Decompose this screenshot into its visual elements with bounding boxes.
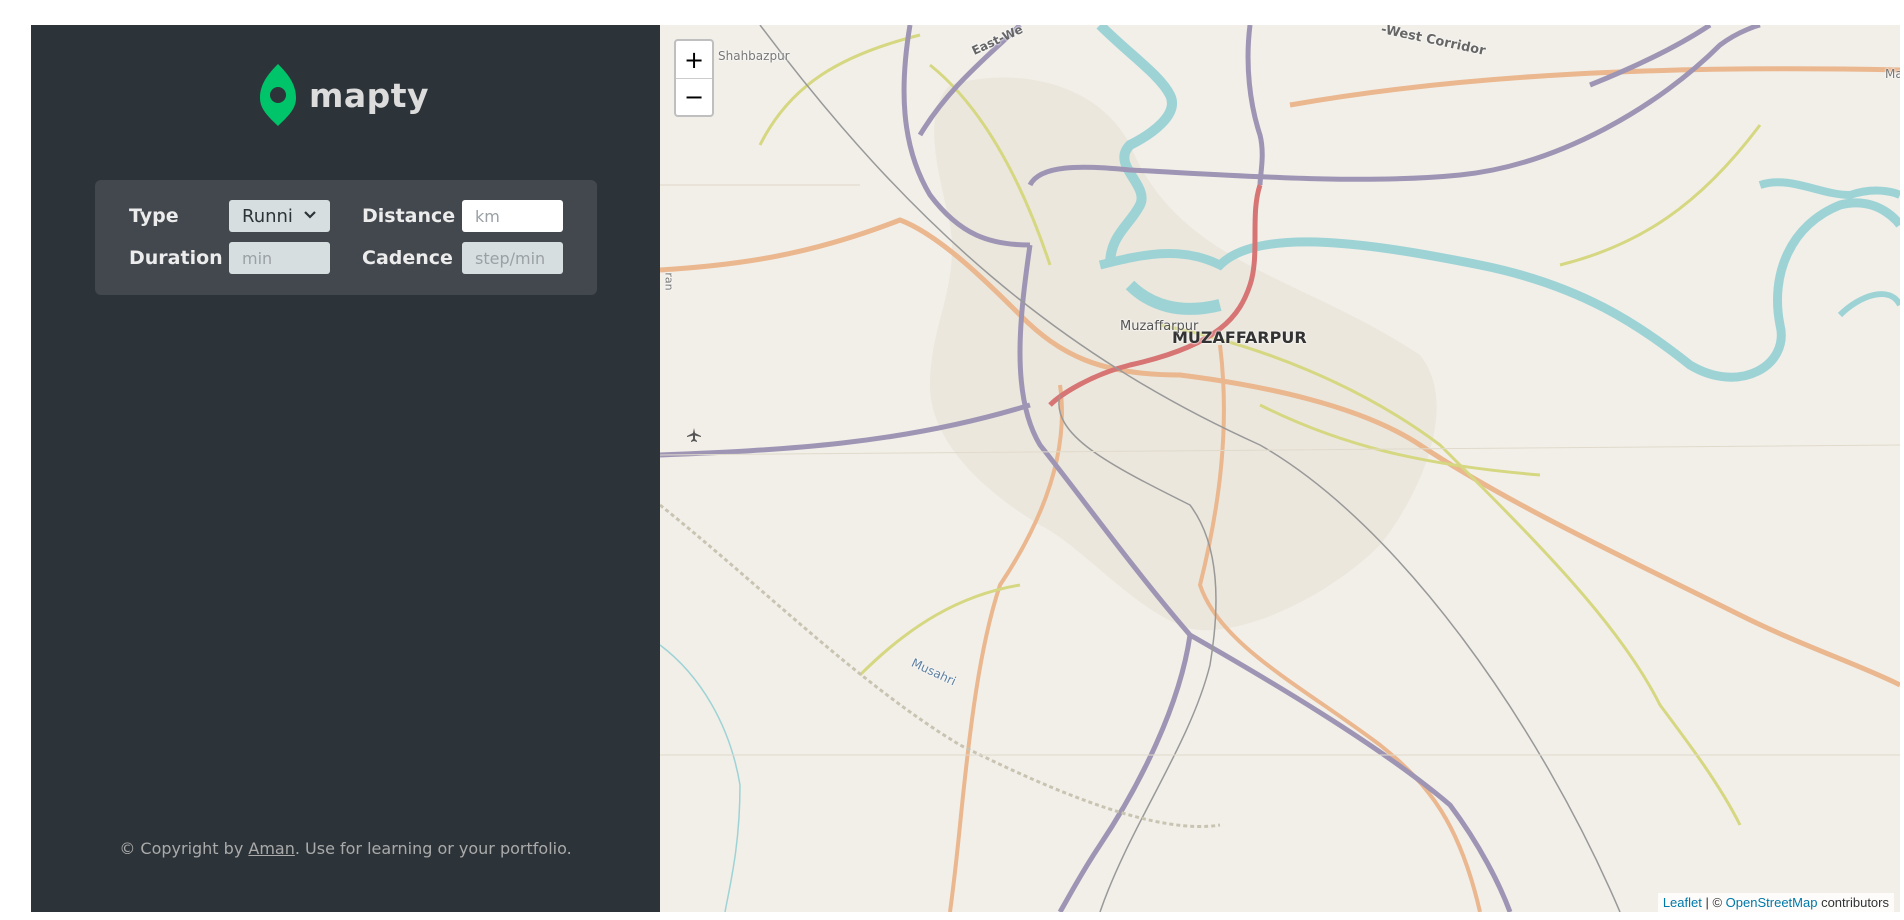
app-logo: mapty [260,64,429,126]
distance-label: Distance [362,205,456,227]
workout-form: Type Runni Distance Duration Cadence [95,180,597,295]
attribution-contrib: contributors [1817,895,1889,910]
copyright-prefix: © Copyright by [119,839,249,858]
city-label-minor: Muzaffarpur [1120,319,1199,334]
map-tiles [660,25,1900,912]
author-link[interactable]: Aman [248,839,294,858]
zoom-out-button[interactable]: − [676,78,712,115]
town-label-shahbazpur: Shahbazpur [718,49,790,63]
type-select[interactable]: Runni [229,200,330,232]
edge-label-left: ran [662,272,676,291]
map[interactable]: MUZAFFARPUR Muzaffarpur Shahbazpur East-… [660,25,1900,912]
cadence-input[interactable] [462,242,563,274]
edge-label-right: Ma [1885,67,1900,81]
sidebar: mapty Type Runni Distance Duration Caden… [31,25,660,912]
osm-link[interactable]: OpenStreetMap [1726,895,1818,910]
type-select-value: Runni [242,205,293,227]
attribution-sep: | © [1701,895,1726,910]
copyright-suffix: . Use for learning or your portfolio. [294,839,572,858]
zoom-control: + − [674,39,714,117]
map-pin-icon [260,64,296,126]
app-name: mapty [309,75,430,115]
zoom-in-button[interactable]: + [676,41,712,78]
chevron-down-icon [303,208,317,224]
cadence-label: Cadence [362,247,453,269]
map-attribution: Leaflet | © OpenStreetMap contributors [1657,893,1894,912]
form-row-2: Duration Cadence [129,242,563,274]
duration-label: Duration [129,247,223,269]
duration-input[interactable] [229,242,330,274]
copyright: © Copyright by Aman. Use for learning or… [31,839,660,858]
airport-icon [686,427,702,447]
leaflet-link[interactable]: Leaflet [1663,895,1702,910]
distance-input[interactable] [462,200,563,232]
type-label: Type [129,205,179,227]
form-row-1: Type Runni Distance [129,200,563,232]
